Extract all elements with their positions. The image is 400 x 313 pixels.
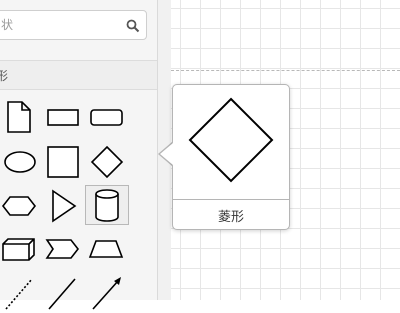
shape-arrow[interactable] bbox=[85, 273, 129, 313]
search-box bbox=[0, 10, 147, 40]
shape-hexagon[interactable] bbox=[0, 185, 42, 225]
shape-line[interactable] bbox=[41, 273, 85, 313]
section-title: 形 bbox=[0, 69, 9, 83]
shape-dotted-line[interactable] bbox=[0, 273, 42, 313]
shape-rectangle[interactable] bbox=[41, 97, 85, 137]
shape-cylinder[interactable] bbox=[85, 185, 129, 225]
shape-preview-tooltip: 菱形 bbox=[172, 84, 290, 230]
tooltip-divider bbox=[173, 199, 289, 200]
rhombus-preview-icon bbox=[188, 97, 274, 183]
shape-rhombus[interactable] bbox=[85, 141, 129, 181]
shape-ellipse[interactable] bbox=[0, 141, 42, 181]
shape-trapezoid[interactable] bbox=[85, 229, 129, 269]
shape-square[interactable] bbox=[41, 141, 85, 181]
search-icon[interactable] bbox=[126, 18, 140, 33]
shape-sidebar: 形 bbox=[0, 0, 157, 310]
shape-note[interactable] bbox=[0, 97, 42, 137]
shape-cube[interactable] bbox=[0, 229, 42, 269]
page-break-line bbox=[171, 70, 400, 71]
shape-step[interactable] bbox=[41, 229, 85, 269]
search-input[interactable] bbox=[0, 11, 126, 39]
shape-rounded-rectangle[interactable] bbox=[85, 97, 129, 137]
section-header[interactable]: 形 bbox=[0, 60, 157, 90]
tooltip-pointer-fill bbox=[160, 143, 173, 165]
shape-triangle[interactable] bbox=[41, 185, 85, 225]
tooltip-label: 菱形 bbox=[217, 210, 244, 225]
